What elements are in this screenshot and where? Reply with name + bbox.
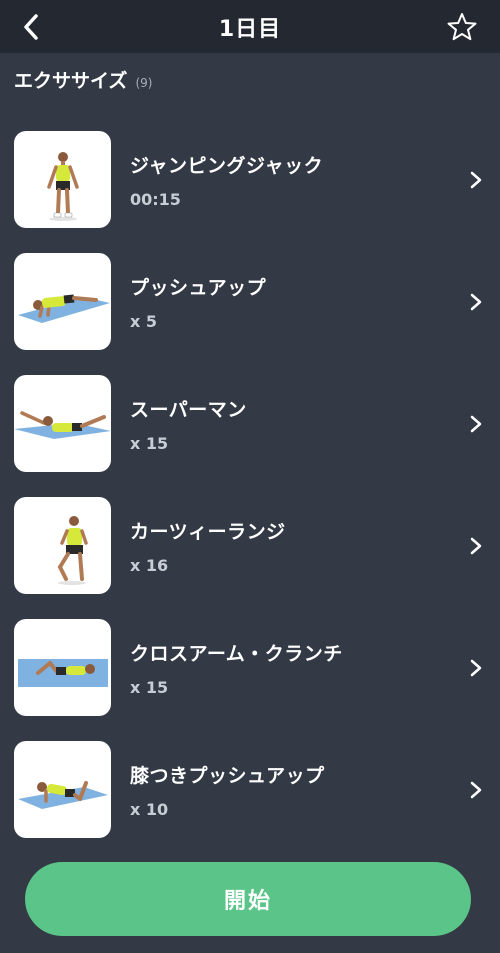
exercise-name: スーパーマン [130, 399, 247, 421]
exercise-row-pushup[interactable]: プッシュアップ x 5 [0, 242, 500, 364]
chevron-right-icon [470, 415, 482, 433]
exercise-row-curtsy-lunge[interactable]: カーツィーランジ x 16 [0, 486, 500, 608]
exercise-thumbnail [14, 619, 111, 716]
exercise-name: カーツィーランジ [130, 521, 286, 543]
exercise-detail: x 15 [130, 434, 169, 453]
favorite-button[interactable] [444, 9, 480, 45]
section-header: エクササイズ (9) [14, 66, 152, 93]
exercise-thumbnail [14, 253, 111, 350]
knee-pushup-illustration [18, 781, 108, 809]
section-title: エクササイズ [14, 70, 128, 92]
exercise-detail: x 10 [130, 800, 169, 819]
pushup-illustration [18, 294, 110, 323]
exercise-row-cross-arm-crunch[interactable]: クロスアーム・クランチ x 15 [0, 608, 500, 730]
star-outline-icon [447, 13, 477, 41]
exercise-thumbnail [14, 375, 111, 472]
exercise-name: プッシュアップ [130, 277, 267, 299]
exercise-name: クロスアーム・クランチ [130, 643, 343, 665]
chevron-right-icon [470, 537, 482, 555]
cross-arm-crunch-illustration [18, 659, 108, 687]
exercise-thumbnail [14, 131, 111, 228]
exercise-row-jumping-jack[interactable]: ジャンピングジャック 00:15 [0, 120, 500, 242]
exercise-thumbnail [14, 497, 111, 594]
curtsy-lunge-illustration [58, 516, 88, 585]
chevron-right-icon [470, 293, 482, 311]
page-title: 1日目 [218, 17, 282, 42]
exercise-thumbnail [14, 741, 111, 838]
exercise-list: ジャンピングジャック 00:15 プッシュアップ x 5 スーパーマン x 15… [0, 120, 500, 852]
chevron-right-icon [470, 781, 482, 799]
start-button[interactable]: 開始 [25, 862, 471, 936]
exercise-row-knee-pushup[interactable]: 膝つきプッシュアップ x 10 [0, 730, 500, 852]
superman-illustration [14, 411, 111, 439]
chevron-right-icon [470, 659, 482, 677]
top-bar: 1日目 [0, 0, 500, 53]
jumping-jack-illustration [47, 152, 79, 221]
exercise-detail: 00:15 [130, 190, 181, 209]
exercise-detail: x 5 [130, 312, 158, 331]
exercise-count: (9) [135, 76, 153, 90]
chevron-right-icon [470, 171, 482, 189]
exercise-name: 膝つきプッシュアップ [130, 765, 325, 787]
exercise-name: ジャンピングジャック [130, 155, 324, 177]
exercise-detail: x 15 [130, 678, 169, 697]
exercise-detail: x 16 [130, 556, 169, 575]
exercise-row-superman[interactable]: スーパーマン x 15 [0, 364, 500, 486]
